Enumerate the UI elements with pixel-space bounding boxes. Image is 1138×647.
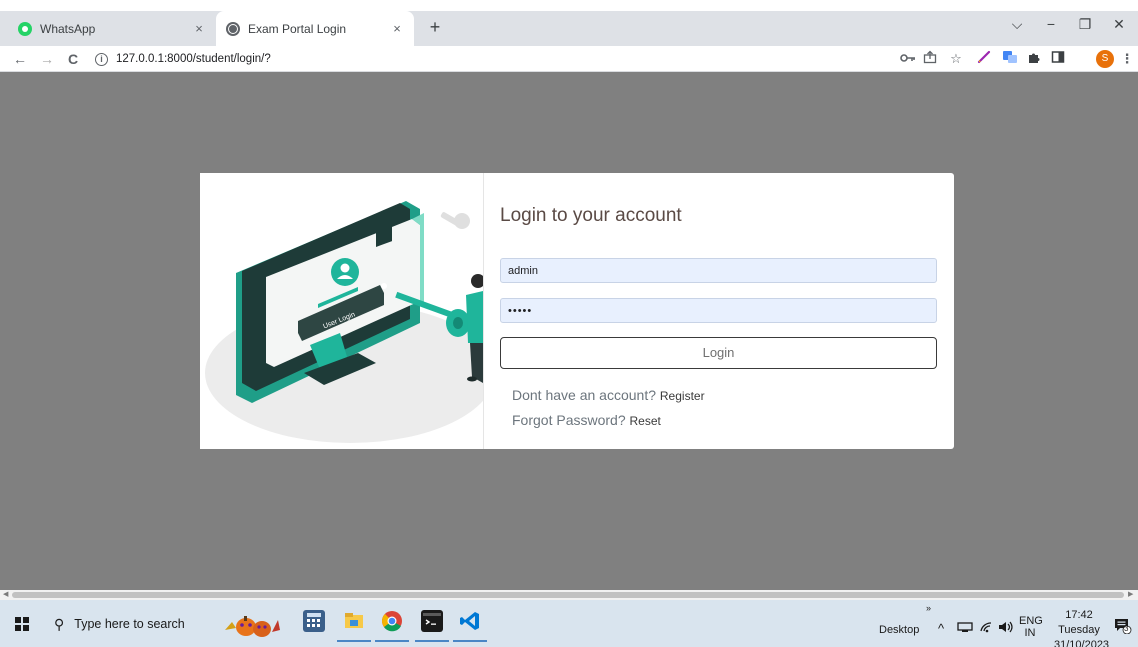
- close-window-button[interactable]: ✕: [1102, 13, 1136, 35]
- halloween-pumpkins-icon[interactable]: [222, 610, 282, 638]
- scroll-right-arrow-icon[interactable]: ▶: [1128, 590, 1133, 600]
- tab-title: WhatsApp: [40, 21, 96, 36]
- minimize-button[interactable]: −: [1034, 13, 1068, 35]
- notification-count-badge: 3: [1124, 624, 1129, 633]
- search-placeholder: Type here to search: [74, 617, 185, 631]
- no-account-text: Dont have an account?: [512, 387, 656, 403]
- windows-taskbar: ⚲ Type here to search » Desktop ^ ENG IN…: [0, 600, 1138, 647]
- person-body: [466, 291, 483, 343]
- scroll-left-arrow-icon[interactable]: ◀: [3, 590, 8, 600]
- globe-icon: [226, 21, 240, 36]
- close-tab-icon[interactable]: ×: [190, 21, 208, 36]
- page-viewport: User Login Login to your account Login D…: [0, 72, 1138, 590]
- user-login-illustration: User Login: [205, 201, 483, 443]
- key-icon[interactable]: [899, 50, 917, 68]
- language-indicator[interactable]: ENG IN: [1019, 615, 1043, 639]
- register-link[interactable]: Register: [660, 389, 705, 403]
- file-explorer-icon[interactable]: [337, 610, 371, 642]
- tray-overflow-chevron-icon[interactable]: ^: [938, 621, 944, 636]
- vscode-icon[interactable]: [453, 610, 487, 642]
- tab-whatsapp[interactable]: WhatsApp ×: [8, 11, 216, 46]
- tab-exam-portal-login[interactable]: Exam Portal Login ×: [216, 11, 414, 46]
- back-button[interactable]: ←: [10, 49, 30, 69]
- maximize-button[interactable]: ❐: [1068, 13, 1102, 35]
- tab-search-dropdown-icon[interactable]: ⌵: [1000, 13, 1034, 35]
- bookmark-star-icon[interactable]: ☆: [947, 50, 965, 68]
- more-menu-icon[interactable]: ⋮: [1118, 50, 1136, 68]
- keyhole-plate: [376, 211, 392, 247]
- volume-icon[interactable]: [998, 621, 1014, 636]
- windows-start-icon[interactable]: [15, 617, 29, 631]
- translate-extension-icon[interactable]: [1001, 50, 1019, 68]
- pen-extension-icon[interactable]: [975, 50, 993, 68]
- network-icon[interactable]: [957, 621, 973, 636]
- close-tab-icon[interactable]: ×: [388, 21, 406, 36]
- clock[interactable]: 17:42 Tuesday 31/10/2023: [1054, 608, 1110, 647]
- forgot-password-text: Forgot Password?: [512, 412, 626, 428]
- side-panel-icon[interactable]: [1049, 50, 1067, 68]
- share-icon[interactable]: [921, 50, 939, 68]
- password-input[interactable]: [500, 298, 937, 323]
- forward-button[interactable]: →: [37, 49, 57, 69]
- taskbar-search[interactable]: ⚲ Type here to search: [42, 608, 212, 640]
- profile-avatar[interactable]: S: [1096, 50, 1114, 68]
- login-button[interactable]: Login: [500, 337, 937, 369]
- search-icon: ⚲: [54, 615, 65, 632]
- address-bar[interactable]: i 127.0.0.1:8000/student/login/?: [95, 48, 885, 70]
- register-prompt: Dont have an account? Register: [512, 387, 705, 403]
- clock-time: 17:42: [1065, 609, 1093, 621]
- wifi-icon[interactable]: [979, 621, 993, 636]
- language-region: IN: [1024, 627, 1036, 639]
- login-form-panel: Login to your account Login Dont have an…: [483, 173, 954, 449]
- toolbar-expand-chevrons[interactable]: »: [926, 603, 931, 613]
- language-code: ENG: [1019, 615, 1043, 627]
- notification-center-icon[interactable]: 3: [1114, 618, 1132, 637]
- person-head: [471, 274, 483, 288]
- reset-link[interactable]: Reset: [630, 414, 661, 428]
- browser-tab-strip: WhatsApp × Exam Portal Login × + ⌵ − ❐ ✕: [0, 0, 1138, 46]
- reload-button[interactable]: C: [63, 49, 83, 69]
- new-tab-button[interactable]: +: [424, 16, 446, 38]
- whatsapp-icon: [18, 21, 32, 36]
- login-illustration-panel: User Login: [200, 173, 483, 449]
- clock-date: 31/10/2023: [1054, 639, 1110, 647]
- site-info-icon[interactable]: i: [95, 52, 108, 66]
- small-key-icon: [440, 212, 470, 229]
- horizontal-scrollbar[interactable]: ◀ ▶: [0, 590, 1138, 600]
- url-text: 127.0.0.1:8000/student/login/?: [116, 53, 271, 65]
- username-input[interactable]: [500, 258, 937, 283]
- terminal-icon[interactable]: [415, 610, 449, 642]
- page-title: Login to your account: [500, 205, 682, 226]
- browser-toolbar: ← → C i 127.0.0.1:8000/student/login/? ☆…: [0, 46, 1138, 72]
- scrollbar-thumb[interactable]: [12, 592, 1124, 598]
- extensions-puzzle-icon[interactable]: [1025, 50, 1043, 68]
- forgot-password-prompt: Forgot Password? Reset: [512, 412, 661, 428]
- window-top-band: [0, 0, 1138, 11]
- calculator-icon[interactable]: [303, 610, 325, 632]
- chrome-icon[interactable]: [375, 610, 409, 642]
- clock-day: Tuesday: [1058, 624, 1100, 636]
- tab-title: Exam Portal Login: [248, 21, 347, 36]
- desktop-toolbar-label[interactable]: Desktop: [879, 624, 919, 636]
